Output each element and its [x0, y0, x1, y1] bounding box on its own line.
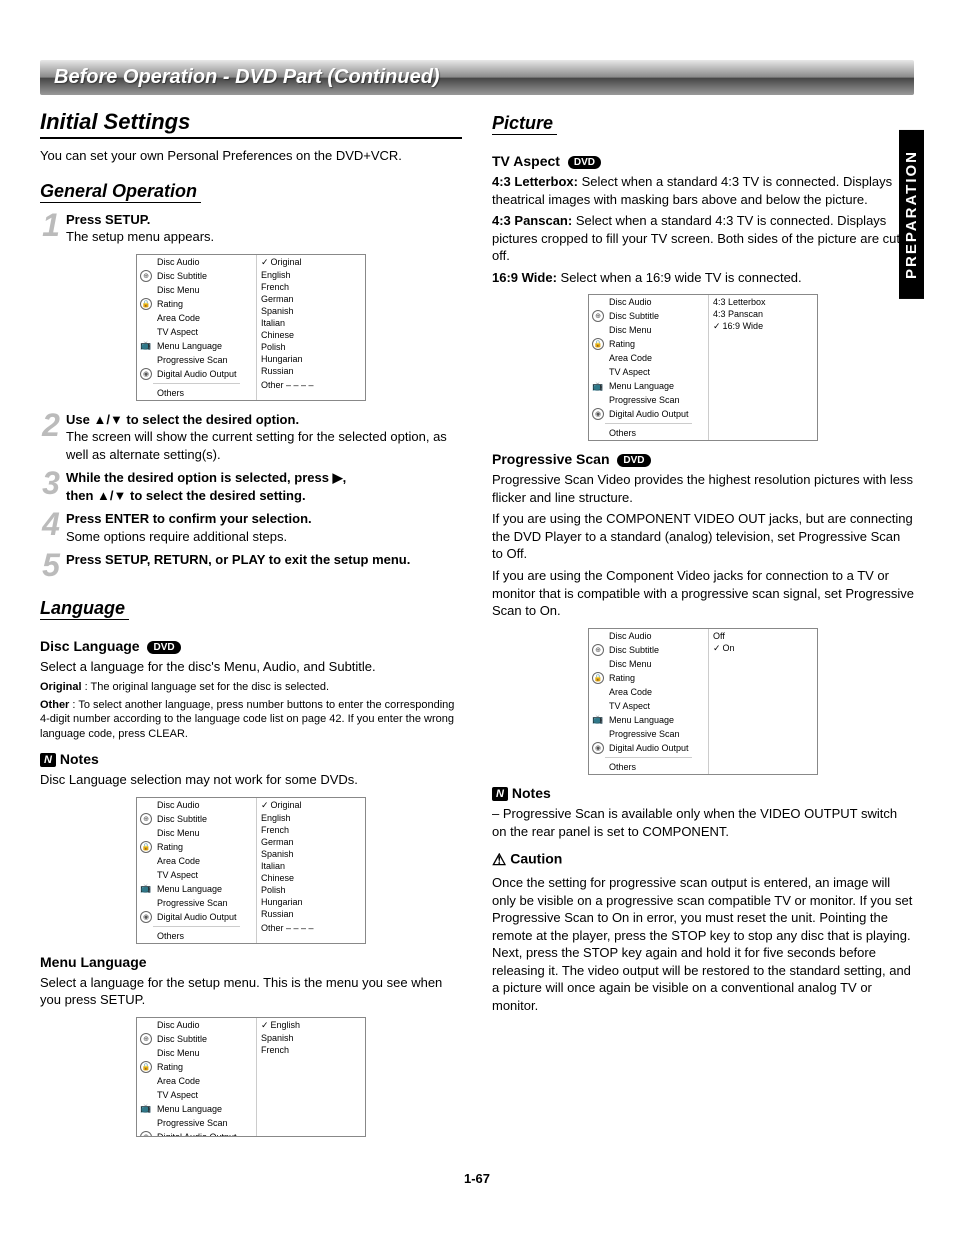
step-5-bold: Press SETUP, RETURN, or PLAY to exit the… [66, 552, 410, 567]
original-text: : The original language set for the disc… [82, 681, 329, 693]
panscan-label: 4:3 Panscan: [492, 213, 572, 228]
section-header: Before Operation - DVD Part (Continued) [40, 60, 914, 95]
dvd-badge: DVD [147, 641, 180, 654]
globe-icon: ⊕ [140, 1033, 152, 1045]
dvd-badge: DVD [568, 156, 601, 169]
step-1-text: The setup menu appears. [66, 229, 214, 244]
general-operation-heading: General Operation [40, 181, 201, 203]
setup-menu-screenshot-progressive: Disc Audio ⊕Disc Subtitle Disc Menu 🔒Rat… [588, 628, 818, 775]
globe-icon: ⊕ [592, 644, 604, 656]
progressive-p2: If you are using the COMPONENT VIDEO OUT… [492, 510, 914, 563]
step-2-bold: Use ▲/▼ to select the desired option. [66, 412, 299, 427]
progressive-scan-heading: Progressive Scan [492, 451, 610, 467]
other-label: Other [40, 699, 69, 711]
globe-icon: ⊕ [592, 310, 604, 322]
tv-icon: 📺 [591, 380, 605, 392]
letterbox-label: 4:3 Letterbox: [492, 174, 578, 189]
tv-icon: 📺 [139, 1103, 153, 1115]
note-icon: N [492, 787, 508, 801]
step-number-1: 1 [40, 211, 62, 240]
speaker-icon: ◉ [140, 368, 152, 380]
disc-language-note: Disc Language selection may not work for… [40, 771, 462, 789]
lock-icon: 🔒 [140, 298, 152, 310]
dvd-badge: DVD [617, 454, 650, 467]
disc-language-heading: Disc Language [40, 638, 140, 654]
initial-settings-heading: Initial Settings [40, 109, 462, 139]
setup-menu-screenshot-3: Disc Audio ⊕Disc Subtitle Disc Menu 🔒Rat… [136, 1017, 366, 1137]
setup-menu-screenshot-2: Disc Audio ⊕Disc Subtitle Disc Menu 🔒Rat… [136, 797, 366, 944]
step-number-5: 5 [40, 551, 62, 580]
left-column: Initial Settings You can set your own Pe… [40, 109, 462, 1147]
wide-label: 16:9 Wide: [492, 270, 557, 285]
setup-menu-screenshot-1: Disc Audio ⊕Disc Subtitle Disc Menu 🔒Rat… [136, 254, 366, 401]
step-4-bold: Press ENTER to confirm your selection. [66, 511, 312, 526]
step-number-4: 4 [40, 510, 62, 539]
menu-language-text: Select a language for the setup menu. Th… [40, 974, 462, 1009]
lock-icon: 🔒 [592, 338, 604, 350]
disc-language-intro: Select a language for the disc's Menu, A… [40, 658, 462, 676]
caution-text: Once the setting for progressive scan ou… [492, 874, 914, 1014]
right-column: Picture TV Aspect DVD 4:3 Letterbox: Sel… [492, 109, 914, 1147]
notes-label-right: Notes [512, 785, 551, 801]
step-2-text: The screen will show the current setting… [66, 429, 447, 462]
step-4-text: Some options require additional steps. [66, 529, 287, 544]
step-3-bold-2: then ▲/▼ to select the desired setting. [66, 488, 306, 503]
wide-text: Select when a 16:9 wide TV is connected. [557, 270, 802, 285]
step-1-bold: Press SETUP. [66, 212, 150, 227]
step-number-3: 3 [40, 469, 62, 498]
caution-icon: ⚠ [492, 850, 506, 870]
speaker-icon: ◉ [140, 911, 152, 923]
speaker-icon: ◉ [592, 408, 604, 420]
progressive-p3: If you are using the Component Video jac… [492, 567, 914, 620]
notes-label: Notes [60, 751, 99, 767]
page-number: 1-67 [40, 1171, 914, 1186]
original-label: Original [40, 681, 82, 693]
speaker-icon: ◉ [140, 1131, 152, 1137]
setup-menu-screenshot-aspect: Disc Audio ⊕Disc Subtitle Disc Menu 🔒Rat… [588, 294, 818, 441]
language-heading: Language [40, 598, 129, 620]
caution-label: Caution [510, 851, 562, 867]
intro-text: You can set your own Personal Preference… [40, 147, 462, 165]
step-3-bold-1: While the desired option is selected, pr… [66, 470, 346, 485]
step-number-2: 2 [40, 411, 62, 440]
menu-language-heading: Menu Language [40, 954, 462, 970]
tv-icon: 📺 [591, 714, 605, 726]
lock-icon: 🔒 [592, 672, 604, 684]
lock-icon: 🔒 [140, 841, 152, 853]
tv-icon: 📺 [139, 883, 153, 895]
speaker-icon: ◉ [592, 742, 604, 754]
globe-icon: ⊕ [140, 270, 152, 282]
progressive-p1: Progressive Scan Video provides the high… [492, 471, 914, 506]
globe-icon: ⊕ [140, 813, 152, 825]
picture-heading: Picture [492, 113, 557, 135]
lock-icon: 🔒 [140, 1061, 152, 1073]
progressive-note: – Progressive Scan is available only whe… [492, 805, 914, 840]
tv-icon: 📺 [139, 340, 153, 352]
other-text: : To select another language, press numb… [40, 699, 454, 740]
side-tab-preparation: PREPARATION [899, 130, 924, 299]
note-icon: N [40, 753, 56, 767]
tv-aspect-heading: TV Aspect [492, 153, 560, 169]
